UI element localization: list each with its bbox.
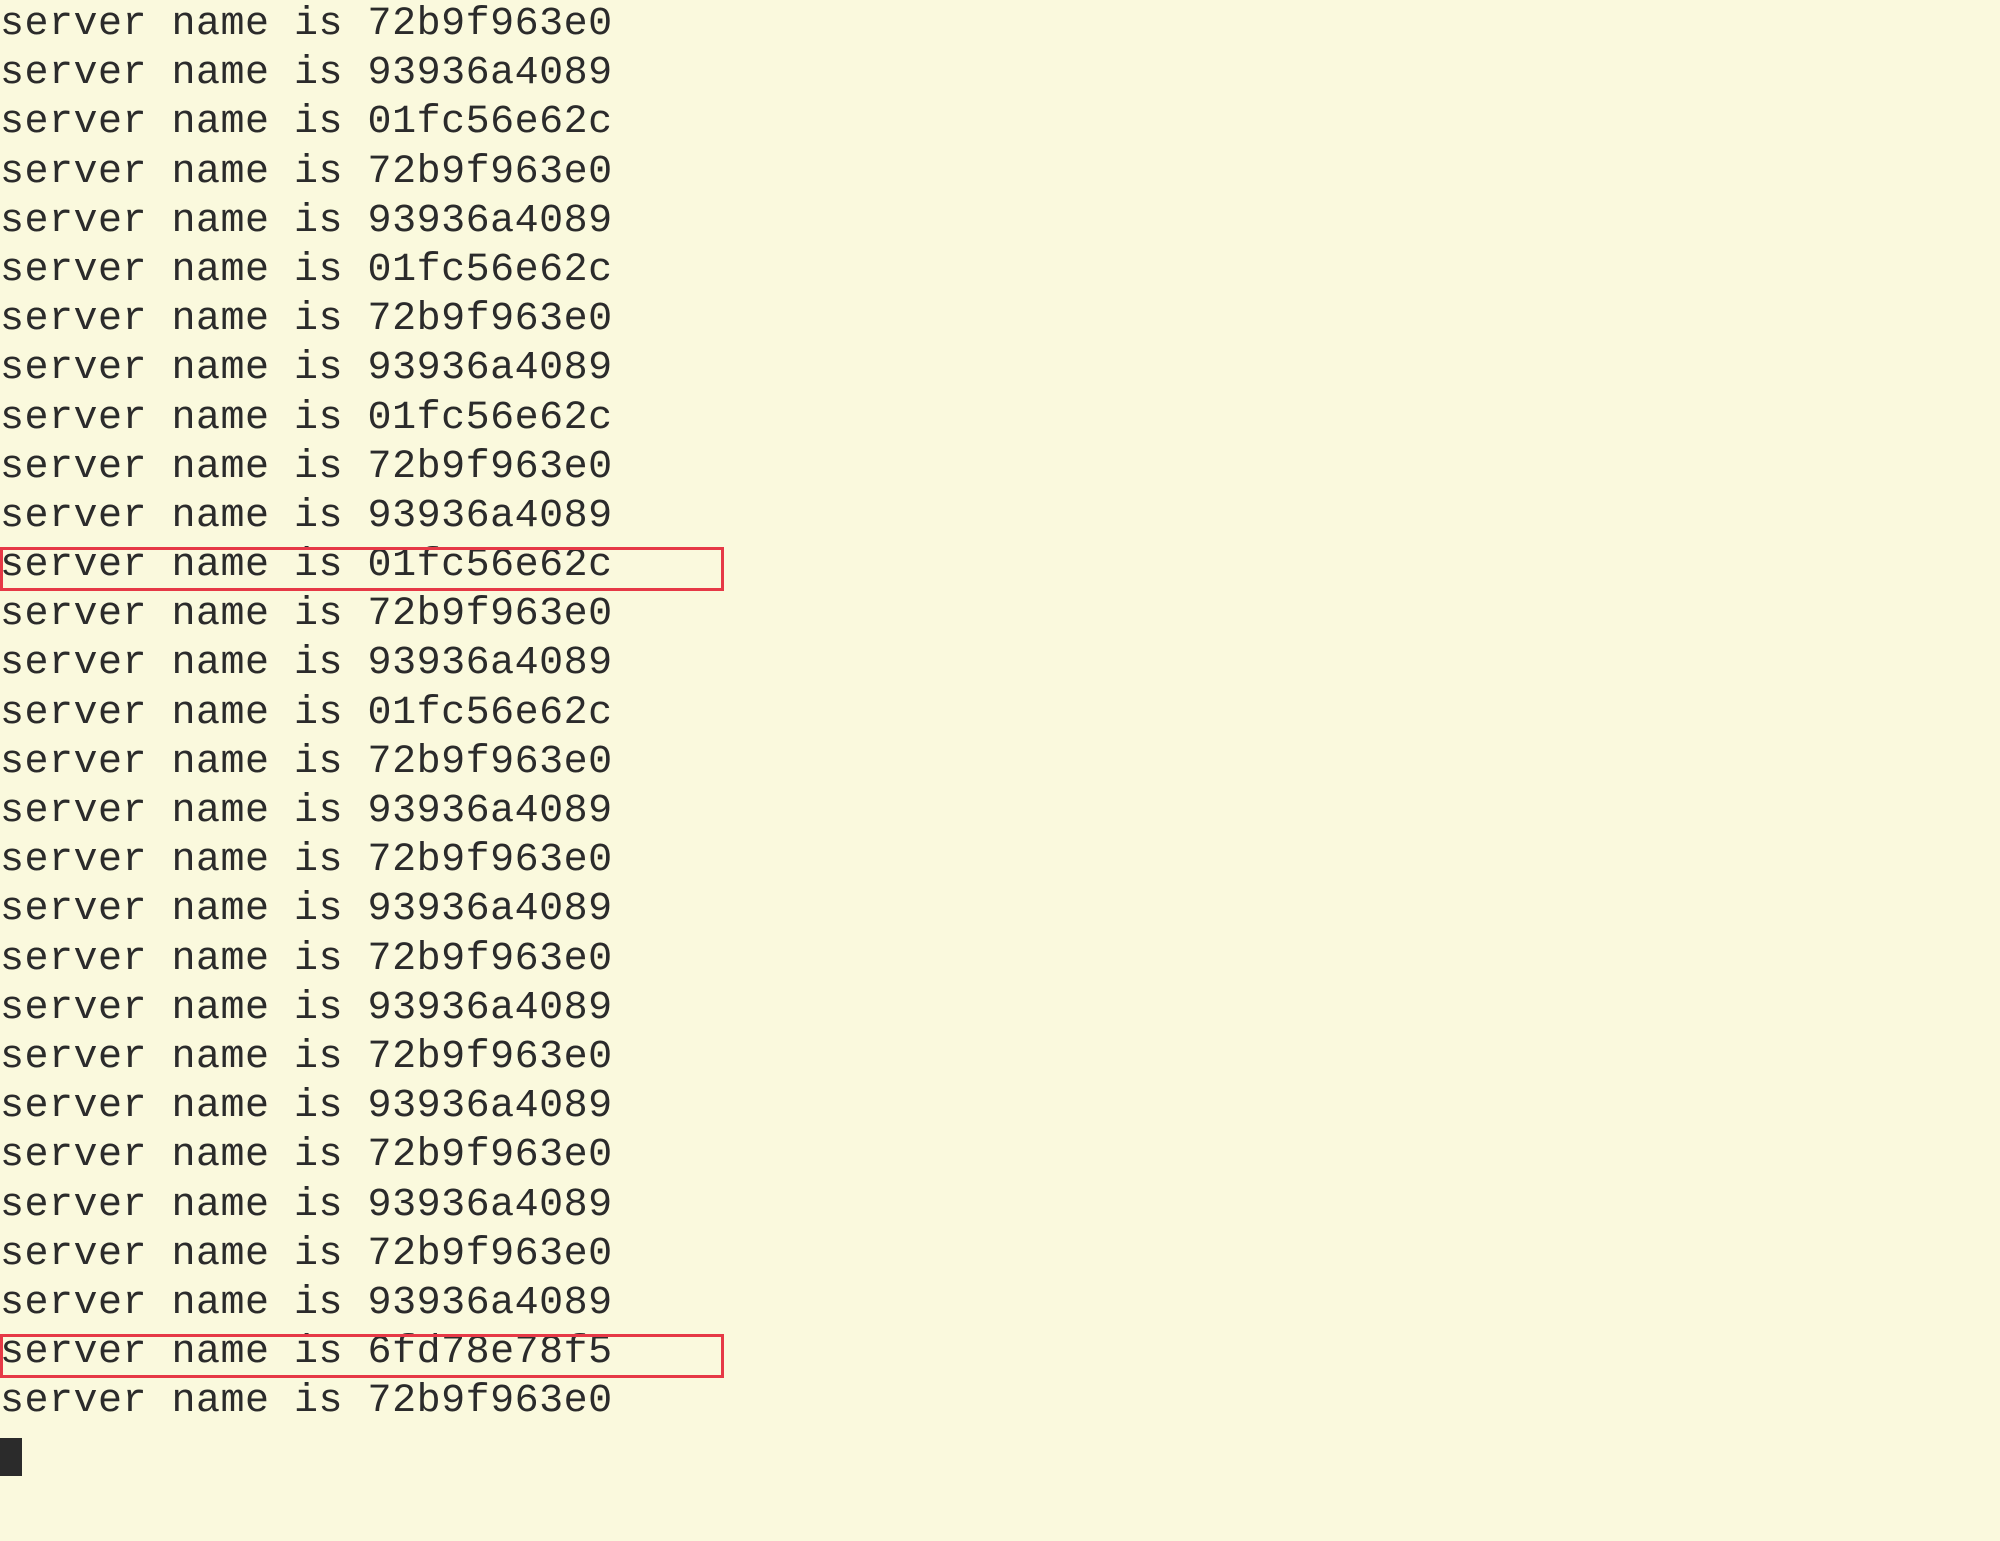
terminal-line: server name is 01fc56e62c <box>0 246 2000 295</box>
terminal-line: server name is 72b9f963e0 <box>0 738 2000 787</box>
terminal-cursor <box>0 1438 22 1476</box>
terminal-line: server name is 72b9f963e0 <box>0 295 2000 344</box>
terminal-line: server name is 01fc56e62c <box>0 98 2000 147</box>
terminal-output[interactable]: server name is 72b9f963e0server name is … <box>0 0 2000 1476</box>
terminal-line: server name is 72b9f963e0 <box>0 1230 2000 1279</box>
terminal-line: server name is 93936a4089 <box>0 344 2000 393</box>
terminal-line: server name is 93936a4089 <box>0 197 2000 246</box>
terminal-line: server name is 93936a4089 <box>0 984 2000 1033</box>
terminal-line: server name is 93936a4089 <box>0 49 2000 98</box>
terminal-line: server name is 72b9f963e0 <box>0 148 2000 197</box>
terminal-line: server name is 01fc56e62c <box>0 541 2000 590</box>
terminal-line: server name is 93936a4089 <box>0 492 2000 541</box>
terminal-line: server name is 72b9f963e0 <box>0 935 2000 984</box>
terminal-line: server name is 93936a4089 <box>0 787 2000 836</box>
terminal-line: server name is 72b9f963e0 <box>0 1033 2000 1082</box>
terminal-line: server name is 93936a4089 <box>0 1181 2000 1230</box>
terminal-line: server name is 93936a4089 <box>0 639 2000 688</box>
terminal-line: server name is 93936a4089 <box>0 1279 2000 1328</box>
terminal-line: server name is 72b9f963e0 <box>0 590 2000 639</box>
terminal-line: server name is 72b9f963e0 <box>0 0 2000 49</box>
terminal-line: server name is 72b9f963e0 <box>0 836 2000 885</box>
terminal-line: server name is 01fc56e62c <box>0 394 2000 443</box>
terminal-line: server name is 72b9f963e0 <box>0 443 2000 492</box>
terminal-line: server name is 72b9f963e0 <box>0 1377 2000 1426</box>
terminal-line: server name is 72b9f963e0 <box>0 1131 2000 1180</box>
terminal-line: server name is 01fc56e62c <box>0 689 2000 738</box>
terminal-line: server name is 93936a4089 <box>0 1082 2000 1131</box>
terminal-line: server name is 6fd78e78f5 <box>0 1328 2000 1377</box>
cursor-line <box>0 1426 2000 1475</box>
terminal-line: server name is 93936a4089 <box>0 885 2000 934</box>
